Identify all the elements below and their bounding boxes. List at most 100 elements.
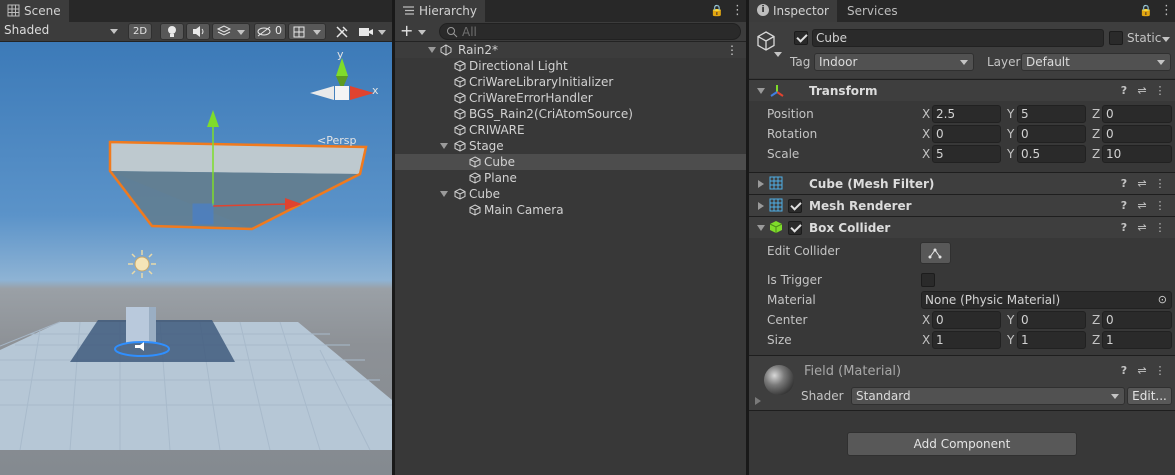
- scene-more-icon[interactable]: ⋮: [726, 42, 738, 58]
- axis-x-label[interactable]: X: [922, 107, 930, 121]
- axis-y-label[interactable]: Y: [1007, 313, 1014, 327]
- axis-x-label[interactable]: X: [922, 127, 930, 141]
- lock-icon[interactable]: 🔒: [1139, 4, 1153, 17]
- active-checkbox[interactable]: [794, 31, 808, 45]
- help-icon[interactable]: ?: [1117, 84, 1131, 98]
- fold-arrow-icon[interactable]: [755, 397, 761, 405]
- edit-collider-button[interactable]: [920, 242, 951, 264]
- scale-y-field[interactable]: 0.5: [1017, 145, 1086, 163]
- size-z-field[interactable]: 1: [1102, 331, 1172, 349]
- more-options-icon[interactable]: ⋮: [1153, 364, 1167, 378]
- object-name-input[interactable]: Cube: [812, 29, 1104, 47]
- help-icon[interactable]: ?: [1117, 177, 1131, 191]
- axis-y-label[interactable]: Y: [1007, 333, 1014, 347]
- orientation-gizmo[interactable]: [310, 58, 374, 100]
- axis-x-label[interactable]: X: [922, 147, 930, 161]
- mode-2d-button[interactable]: 2D: [128, 23, 152, 40]
- chevron-down-icon[interactable]: [774, 52, 782, 57]
- presets-icon[interactable]: ⇌: [1135, 199, 1149, 213]
- axis-z-label[interactable]: Z: [1092, 333, 1100, 347]
- more-options-icon[interactable]: ⋮: [1153, 221, 1167, 235]
- hierarchy-item[interactable]: Main Camera: [395, 202, 746, 218]
- lock-icon[interactable]: 🔒: [710, 4, 724, 17]
- static-dropdown-icon[interactable]: [1162, 37, 1170, 42]
- position-x-field[interactable]: 2.5: [932, 105, 1001, 123]
- shading-mode-dropdown[interactable]: Shaded: [4, 23, 120, 40]
- tab-inspector[interactable]: i Inspector: [749, 0, 837, 22]
- hierarchy-item[interactable]: Cube: [395, 186, 746, 202]
- position-z-field[interactable]: 0: [1102, 105, 1172, 123]
- hierarchy-search-input[interactable]: All: [439, 23, 741, 40]
- tag-dropdown[interactable]: Indoor: [814, 53, 974, 71]
- hierarchy-item[interactable]: BGS_Rain2(CriAtomSource): [395, 106, 746, 122]
- more-options-icon[interactable]: ⋮: [1153, 199, 1167, 213]
- effects-dropdown-button[interactable]: [212, 23, 250, 40]
- axis-z-label[interactable]: Z: [1092, 107, 1100, 121]
- rotation-x-field[interactable]: 0: [932, 125, 1001, 143]
- axis-x-label[interactable]: X: [922, 333, 930, 347]
- help-icon[interactable]: ?: [1117, 364, 1131, 378]
- rotation-z-field[interactable]: 0: [1102, 125, 1172, 143]
- presets-icon[interactable]: ⇌: [1135, 177, 1149, 191]
- scene-root-row[interactable]: Rain2* ⋮: [395, 42, 746, 58]
- help-icon[interactable]: ?: [1117, 199, 1131, 213]
- axis-z-label[interactable]: Z: [1092, 127, 1100, 141]
- hierarchy-item[interactable]: Plane: [395, 170, 746, 186]
- mesh-renderer-enabled-checkbox[interactable]: [788, 199, 802, 213]
- more-options-icon[interactable]: ⋮: [1153, 84, 1167, 98]
- more-options-icon[interactable]: ⋮: [731, 3, 744, 18]
- more-options-icon[interactable]: ⋮: [1153, 177, 1167, 191]
- presets-icon[interactable]: ⇌: [1135, 84, 1149, 98]
- add-component-button[interactable]: Add Component: [847, 432, 1077, 456]
- presets-icon[interactable]: ⇌: [1135, 221, 1149, 235]
- tools-button[interactable]: [334, 24, 350, 40]
- axis-z-label[interactable]: Z: [1092, 313, 1100, 327]
- fold-arrow-icon[interactable]: [440, 191, 448, 197]
- center-z-field[interactable]: 0: [1102, 311, 1172, 329]
- object-picker-icon[interactable]: ⊙: [1158, 292, 1167, 308]
- physic-material-field[interactable]: None (Physic Material) ⊙: [921, 291, 1172, 309]
- static-checkbox[interactable]: [1109, 31, 1123, 45]
- help-icon[interactable]: ?: [1117, 221, 1131, 235]
- tab-services[interactable]: Services: [839, 0, 906, 22]
- scene-viewport[interactable]: y x <Persp: [0, 42, 392, 475]
- scale-x-field[interactable]: 5: [932, 145, 1001, 163]
- shader-dropdown[interactable]: Standard: [851, 387, 1125, 405]
- box-collider-header[interactable]: Box Collider ? ⇌ ⋮: [749, 216, 1175, 238]
- layer-dropdown[interactable]: Default: [1021, 53, 1171, 71]
- axis-y-label[interactable]: Y: [1007, 147, 1014, 161]
- presets-icon[interactable]: ⇌: [1135, 364, 1149, 378]
- mesh-filter-header[interactable]: Cube (Mesh Filter) ? ⇌ ⋮: [749, 172, 1175, 194]
- lighting-toggle-button[interactable]: [160, 23, 184, 40]
- size-y-field[interactable]: 1: [1017, 331, 1086, 349]
- hidden-objects-toggle[interactable]: 0: [254, 23, 286, 40]
- position-y-field[interactable]: 5: [1017, 105, 1086, 123]
- fold-arrow-icon[interactable]: [440, 143, 448, 149]
- hierarchy-item[interactable]: CriWareLibraryInitializer: [395, 74, 746, 90]
- mesh-renderer-header[interactable]: Mesh Renderer ? ⇌ ⋮: [749, 194, 1175, 216]
- persp-label[interactable]: <Persp: [317, 134, 356, 147]
- is-trigger-checkbox[interactable]: [921, 273, 935, 287]
- edit-shader-button[interactable]: Edit...: [1127, 387, 1172, 405]
- tab-hierarchy[interactable]: Hierarchy: [395, 0, 486, 22]
- center-x-field[interactable]: 0: [932, 311, 1001, 329]
- create-button[interactable]: +: [400, 23, 428, 40]
- center-y-field[interactable]: 0: [1017, 311, 1086, 329]
- tab-scene[interactable]: Scene: [0, 0, 69, 22]
- axis-y-label[interactable]: Y: [1007, 107, 1014, 121]
- hierarchy-item[interactable]: Directional Light: [395, 58, 746, 74]
- axis-y-label[interactable]: Y: [1007, 127, 1014, 141]
- axis-x-label[interactable]: X: [922, 313, 930, 327]
- axis-z-label[interactable]: Z: [1092, 147, 1100, 161]
- hierarchy-item[interactable]: CriWareErrorHandler: [395, 90, 746, 106]
- scale-z-field[interactable]: 10: [1102, 145, 1172, 163]
- grid-toggle-button[interactable]: [288, 23, 326, 40]
- hierarchy-item[interactable]: Cube: [395, 154, 746, 170]
- more-options-icon[interactable]: ⋮: [1160, 3, 1173, 18]
- audio-toggle-button[interactable]: [186, 23, 210, 40]
- hierarchy-item[interactable]: CRIWARE: [395, 122, 746, 138]
- camera-button[interactable]: [358, 24, 386, 40]
- size-x-field[interactable]: 1: [932, 331, 1001, 349]
- rotation-y-field[interactable]: 0: [1017, 125, 1086, 143]
- hierarchy-item[interactable]: Stage: [395, 138, 746, 154]
